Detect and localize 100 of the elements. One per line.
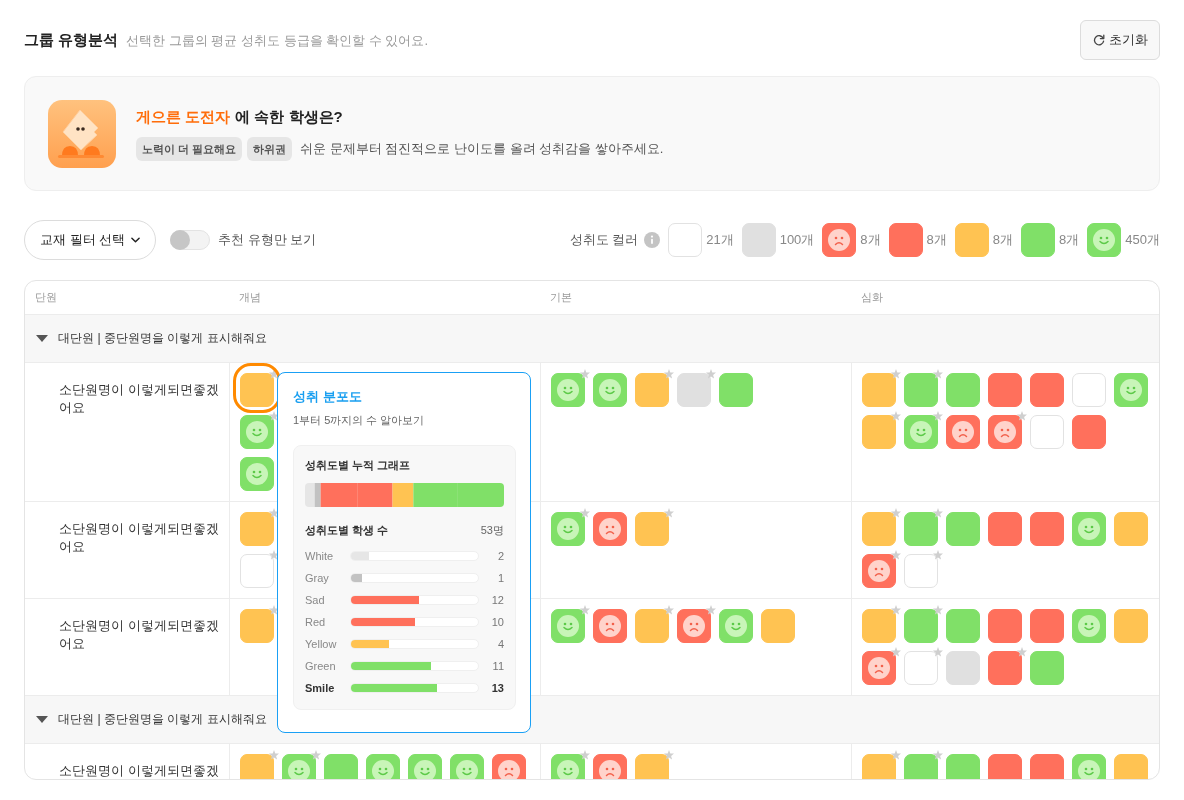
group-header-row[interactable]: 대단원 | 중단원명을 이렇게 표시해줘요 bbox=[25, 315, 1159, 363]
score-tile[interactable] bbox=[719, 609, 753, 643]
score-tile[interactable] bbox=[551, 512, 585, 546]
column-header: 단원 bbox=[34, 290, 58, 305]
score-tile[interactable] bbox=[1030, 512, 1064, 546]
smile-icon bbox=[372, 760, 394, 779]
score-tile[interactable] bbox=[862, 512, 896, 546]
reset-button[interactable]: 초기화 bbox=[1080, 20, 1160, 60]
score-tile[interactable] bbox=[946, 754, 980, 779]
score-tile[interactable] bbox=[240, 512, 274, 546]
toggle-switch[interactable] bbox=[170, 230, 211, 250]
legend-count: 8개 bbox=[992, 231, 1014, 249]
graph-title: 성취도별 누적 그래프 bbox=[305, 458, 412, 472]
grade-count: 11 bbox=[491, 660, 504, 672]
score-tile[interactable] bbox=[551, 754, 585, 779]
sad-face-icon bbox=[868, 560, 890, 582]
count-title: 성취도별 학생 수 bbox=[305, 523, 389, 537]
grade-count: 12 bbox=[490, 594, 504, 606]
score-tile[interactable] bbox=[988, 754, 1022, 779]
score-tile[interactable] bbox=[635, 512, 669, 546]
score-tile[interactable] bbox=[1072, 415, 1106, 449]
score-tile[interactable] bbox=[1114, 609, 1148, 643]
score-tile[interactable] bbox=[551, 373, 585, 407]
score-tile[interactable] bbox=[1072, 754, 1106, 779]
score-tile[interactable] bbox=[904, 609, 938, 643]
unit-name: 소단원명이 이렇게되면좋겠 bbox=[59, 762, 220, 779]
score-tile[interactable] bbox=[282, 754, 316, 779]
chevron-down-icon bbox=[131, 237, 141, 243]
score-tile[interactable] bbox=[988, 415, 1022, 449]
score-tile[interactable] bbox=[240, 457, 274, 491]
score-tile[interactable] bbox=[1030, 651, 1064, 685]
group-title: 대단원 | 중단원명을 이렇게 표시해줘요 bbox=[58, 330, 267, 347]
page-title: 그룹 유형분석 bbox=[24, 30, 119, 50]
score-tile[interactable] bbox=[593, 754, 627, 779]
smile-icon bbox=[557, 518, 579, 540]
score-tile[interactable] bbox=[1072, 609, 1106, 643]
score-tile[interactable] bbox=[988, 373, 1022, 407]
type-question: 에 속한 학생은? bbox=[235, 106, 343, 127]
score-tile[interactable] bbox=[1030, 373, 1064, 407]
column-header: 기본 bbox=[549, 290, 573, 305]
score-tile[interactable] bbox=[324, 754, 358, 779]
score-tile[interactable] bbox=[862, 373, 896, 407]
score-tile[interactable] bbox=[240, 373, 274, 407]
score-tile[interactable] bbox=[988, 512, 1022, 546]
score-tile[interactable] bbox=[593, 609, 627, 643]
toggle-label: 추천 유형만 보기 bbox=[218, 231, 317, 249]
score-tile[interactable] bbox=[677, 609, 711, 643]
score-tile[interactable] bbox=[1114, 373, 1148, 407]
info-icon[interactable] bbox=[644, 232, 661, 248]
score-tile[interactable] bbox=[719, 373, 753, 407]
column-header: 개념 bbox=[238, 290, 262, 305]
textbook-filter-dropdown[interactable]: 교재 필터 선택 bbox=[24, 220, 157, 260]
score-tile[interactable] bbox=[904, 373, 938, 407]
score-tile[interactable] bbox=[593, 512, 627, 546]
score-tile[interactable] bbox=[904, 415, 938, 449]
score-tile[interactable] bbox=[1114, 512, 1148, 546]
score-tile[interactable] bbox=[862, 415, 896, 449]
smile-icon bbox=[456, 760, 478, 779]
popup-subtitle: 1부터 5까지의 수 알아보기 bbox=[293, 413, 426, 427]
smile-icon bbox=[288, 760, 310, 779]
refresh-icon bbox=[1092, 34, 1105, 46]
score-tile[interactable] bbox=[862, 754, 896, 779]
score-tile[interactable] bbox=[904, 512, 938, 546]
score-tile[interactable] bbox=[240, 609, 274, 643]
score-tile[interactable] bbox=[450, 754, 484, 779]
score-tile[interactable] bbox=[988, 609, 1022, 643]
score-tile[interactable] bbox=[593, 373, 627, 407]
score-tile[interactable] bbox=[761, 609, 795, 643]
score-tile[interactable] bbox=[1030, 754, 1064, 779]
smile-icon bbox=[1078, 760, 1100, 779]
score-tile[interactable] bbox=[946, 512, 980, 546]
grade-count: 1 bbox=[496, 572, 504, 584]
score-tile[interactable] bbox=[904, 754, 938, 779]
score-tile[interactable] bbox=[408, 754, 442, 779]
score-tile[interactable] bbox=[1030, 609, 1064, 643]
score-tile[interactable] bbox=[551, 609, 585, 643]
grade-label: Yellow bbox=[305, 638, 338, 650]
smile-icon bbox=[246, 421, 268, 443]
score-tile[interactable] bbox=[635, 754, 669, 779]
score-tile[interactable] bbox=[1072, 512, 1106, 546]
score-tile[interactable] bbox=[946, 373, 980, 407]
score-tile[interactable] bbox=[366, 754, 400, 779]
score-tile[interactable] bbox=[240, 415, 274, 449]
type-description: 쉬운 문제부터 점진적으로 난이도를 올려 성취감을 쌓아주세요. bbox=[300, 139, 664, 158]
score-tile[interactable] bbox=[1114, 754, 1148, 779]
score-tile[interactable] bbox=[946, 609, 980, 643]
score-tile[interactable] bbox=[635, 609, 669, 643]
score-tile[interactable] bbox=[635, 373, 669, 407]
legend-count: 8개 bbox=[1059, 231, 1080, 249]
score-tile[interactable] bbox=[988, 651, 1022, 685]
legend-count: 100개 bbox=[779, 231, 815, 249]
unit-name: 소단원명이 이렇게되면좋겠어요 bbox=[59, 520, 220, 556]
smile-icon bbox=[414, 760, 436, 779]
score-tile[interactable] bbox=[862, 554, 896, 588]
score-tile[interactable] bbox=[862, 609, 896, 643]
grade-label: Smile bbox=[305, 682, 336, 694]
score-tile[interactable] bbox=[240, 754, 274, 779]
score-tile[interactable] bbox=[862, 651, 896, 685]
score-tile[interactable] bbox=[492, 754, 526, 779]
score-tile[interactable] bbox=[946, 415, 980, 449]
